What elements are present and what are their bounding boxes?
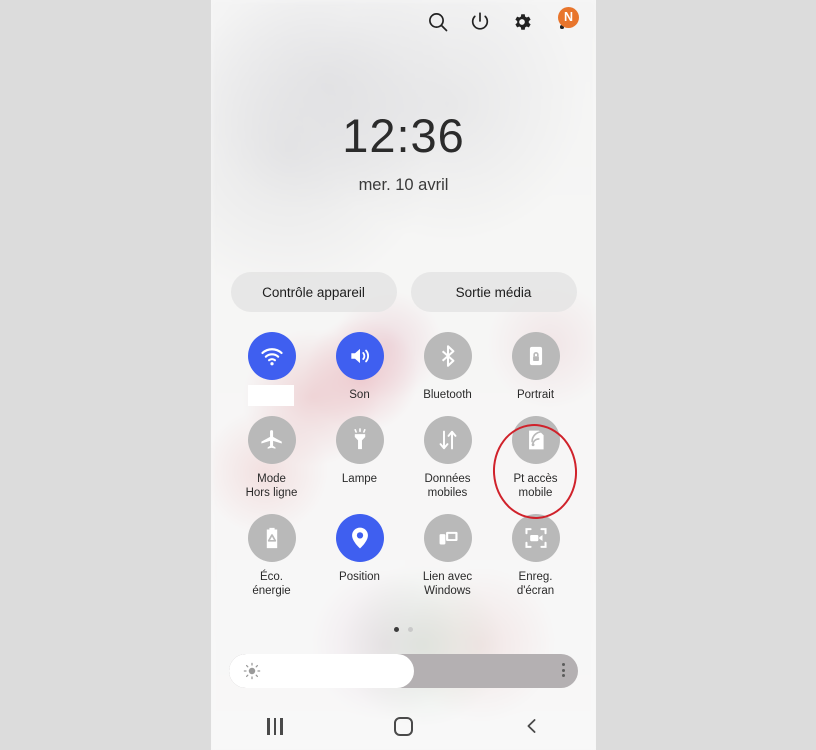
sound-icon[interactable] xyxy=(335,332,384,380)
nav-recents-button[interactable] xyxy=(248,709,302,743)
toggle-label: Portrait xyxy=(516,389,555,401)
toggle-location[interactable]: Position xyxy=(331,514,389,598)
device-control-button[interactable]: Contrôle appareil xyxy=(230,272,397,312)
clock-date: mer. 10 avril xyxy=(358,176,449,194)
toggle-screen-recorder[interactable]: Enreg. d'écran xyxy=(507,514,565,598)
phone-quick-settings-panel: N 12:36 mer. 10 avril Contrôle appareil … xyxy=(211,0,596,750)
toggle-label: Bluetooth xyxy=(423,389,472,401)
android-navigation-bar xyxy=(211,702,596,750)
notification-badge[interactable]: N xyxy=(558,7,579,28)
quick-toggle-grid: Son Bluetooth Portrait Mode Hors ligne L… xyxy=(211,332,596,612)
link-to-windows-icon[interactable] xyxy=(423,514,472,562)
battery-saver-icon[interactable] xyxy=(247,514,296,562)
media-output-button[interactable]: Sortie média xyxy=(410,272,577,312)
toggle-label: Lampe xyxy=(341,473,378,485)
toggle-label: Données mobiles xyxy=(424,473,471,499)
mobile-data-icon[interactable] xyxy=(423,416,472,464)
toggle-flashlight[interactable]: Lampe xyxy=(331,416,389,500)
clock-widget: 12:36 mer. 10 avril xyxy=(211,112,596,195)
toggle-link-to-windows[interactable]: Lien avec Windows xyxy=(419,514,477,598)
toggle-portrait[interactable]: Portrait xyxy=(507,332,565,402)
airplane-icon[interactable] xyxy=(247,416,296,464)
search-icon[interactable] xyxy=(426,10,450,34)
nav-back-button[interactable] xyxy=(505,709,559,743)
clock-time: 12:36 xyxy=(342,109,465,162)
toggle-label: Éco. énergie xyxy=(252,571,291,597)
toggle-label: Pt accès mobile xyxy=(513,473,558,499)
screenshot-root: N 12:36 mer. 10 avril Contrôle appareil … xyxy=(0,0,816,750)
quick-panel-header: N xyxy=(211,0,596,44)
back-chevron-icon xyxy=(527,719,536,733)
gear-icon[interactable] xyxy=(510,10,534,34)
toggle-label: Lien avec Windows xyxy=(422,571,473,597)
toggle-label: Son xyxy=(349,389,370,401)
toggle-row: Éco. énergie Position Lien avec Windows … xyxy=(211,514,596,598)
toggle-label: Mode Hors ligne xyxy=(245,473,298,499)
brightness-sun-icon xyxy=(243,662,261,680)
toggle-power-saving[interactable]: Éco. énergie xyxy=(243,514,301,598)
page-indicator xyxy=(211,627,596,632)
nav-home-button[interactable] xyxy=(376,709,430,743)
toggle-airplane-mode[interactable]: Mode Hors ligne xyxy=(243,416,301,500)
home-icon xyxy=(393,716,413,736)
toggle-mobile-data[interactable]: Données mobiles xyxy=(419,416,477,500)
power-icon[interactable] xyxy=(468,10,492,34)
rotation-lock-icon[interactable] xyxy=(511,332,560,380)
toggle-label: Position xyxy=(339,571,380,583)
wifi-icon[interactable] xyxy=(247,332,296,380)
toggle-row: Mode Hors ligne Lampe Données mobiles Pt… xyxy=(211,416,596,500)
recents-icon xyxy=(267,717,283,735)
redaction-box-wifi-name xyxy=(248,385,294,406)
more-options-icon[interactable]: N xyxy=(552,7,579,35)
bluetooth-icon[interactable] xyxy=(423,332,472,380)
hotspot-icon[interactable] xyxy=(511,416,560,464)
page-dot-2[interactable] xyxy=(408,627,413,632)
panel-pill-buttons: Contrôle appareil Sortie média xyxy=(211,272,596,312)
flashlight-icon[interactable] xyxy=(335,416,384,464)
page-dot-1[interactable] xyxy=(394,627,399,632)
brightness-slider[interactable] xyxy=(229,654,578,688)
toggle-label: Enreg. d'écran xyxy=(516,571,555,597)
location-pin-icon[interactable] xyxy=(335,514,384,562)
toggle-bluetooth[interactable]: Bluetooth xyxy=(419,332,477,402)
screen-record-icon[interactable] xyxy=(511,514,560,562)
toggle-sound[interactable]: Son xyxy=(331,332,389,402)
brightness-options-icon[interactable] xyxy=(562,663,565,677)
toggle-mobile-hotspot[interactable]: Pt accès mobile xyxy=(507,416,565,500)
